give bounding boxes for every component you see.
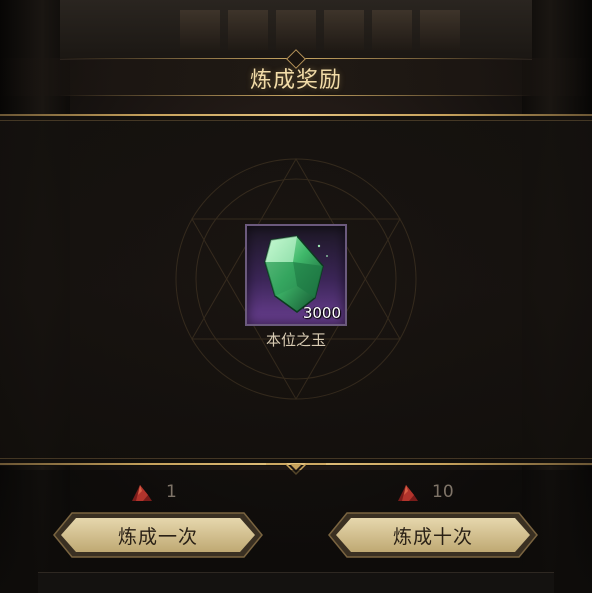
item-count: 3000 — [302, 304, 341, 322]
cost-once: 1 — [128, 481, 177, 503]
item-name: 本位之玉 — [265, 331, 326, 349]
refine-once-label: 炼成一次 — [117, 525, 198, 548]
bottom-frame — [38, 572, 554, 593]
cost-ten-amount: 10 — [432, 482, 454, 502]
cost-ten: 10 — [394, 481, 454, 503]
refine-ten-button[interactable]: 炼成十次 — [327, 511, 539, 559]
panel-top-border — [0, 114, 592, 116]
cost-once-amount: 1 — [166, 482, 177, 502]
red-crystal-icon — [398, 485, 418, 501]
red-crystal-icon — [132, 485, 152, 501]
refine-ten-label: 炼成十次 — [392, 525, 473, 548]
reward-item-slot[interactable]: 3000 — [245, 224, 347, 326]
panel-title: 炼成奖励 — [249, 68, 342, 93]
panel-top-subline — [0, 120, 592, 121]
refine-once-button[interactable]: 炼成一次 — [52, 511, 264, 559]
